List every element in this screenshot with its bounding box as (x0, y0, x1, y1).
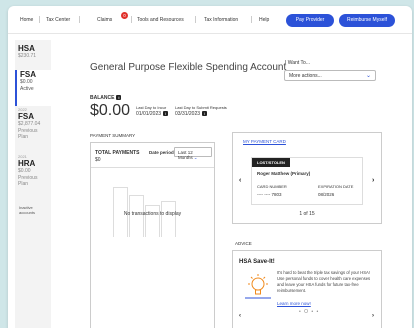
page-title: General Purpose Flexible Spending Accoun… (90, 62, 287, 73)
payment-card: LOST/STOLEN Roger Matthew (Primary) CARD… (251, 157, 363, 205)
account-title: HSA (18, 44, 35, 53)
info-icon[interactable]: i (116, 95, 122, 101)
i-want-to-label: I Want To... (285, 60, 311, 66)
info-icon[interactable]: i (202, 111, 208, 117)
chevron-left-icon[interactable]: ‹ (239, 313, 241, 319)
learn-more-link[interactable]: Learn more now! (277, 301, 311, 306)
sidebar-account-hsa[interactable]: HSA $230.71 (15, 44, 51, 60)
expiration-date: 08/2026 (318, 192, 335, 197)
nav-divider (195, 16, 196, 23)
account-title: FSA (18, 112, 34, 121)
total-payments-label: TOTAL PAYMENTS (95, 150, 140, 156)
nav-tax-center[interactable]: Tax Center (46, 17, 70, 23)
last-day-submit-label: Last Day to Submit Requests (175, 105, 227, 110)
lightbulb-icon (245, 274, 271, 299)
payment-card-panel: MY PAYMENT CARD LOST/STOLEN Roger Matthe… (232, 132, 382, 224)
placeholder-bar (145, 205, 160, 237)
payment-summary-panel: TOTAL PAYMENTS $0 Date period: Last 12 M… (90, 142, 215, 328)
last-day-incur-value: 01/01/2023 i (136, 111, 169, 117)
nav-home[interactable]: Home (20, 17, 33, 23)
nav-divider (131, 16, 132, 23)
claims-badge: 0 (121, 12, 128, 19)
advice-heading: HSA Save-It! (239, 259, 275, 265)
sidebar-account-fsa-active[interactable]: FSA $0.00 Active (15, 70, 51, 106)
account-title: FSA (20, 70, 36, 79)
app-window: Home Tax Center Claims 0 Tools and Resou… (8, 6, 412, 328)
advice-text: It's hard to beat the triple tax savings… (277, 270, 371, 293)
select-value: More actions... (289, 73, 322, 79)
chevron-left-icon[interactable]: ‹ (239, 177, 241, 184)
nav-help[interactable]: Help (259, 17, 269, 23)
nav-divider (251, 16, 252, 23)
nav-divider (79, 16, 80, 23)
chevron-down-icon: ⌄ (193, 155, 198, 160)
chevron-down-icon: ⌄ (365, 73, 371, 79)
account-balance: $230.71 (18, 53, 37, 59)
last-day-submit-date: 03/31/2023 (175, 111, 201, 117)
advice-panel: HSA Save-It! It's hard to beat the tripl… (232, 250, 382, 328)
account-status: Active (20, 85, 34, 92)
inactive-accounts-link[interactable]: Inactive accounts (19, 205, 35, 215)
advice-title: ADVICE (235, 241, 252, 246)
last-day-incur-label: Last Day to Incur (136, 105, 167, 110)
account-title: HRA (18, 159, 36, 168)
more-actions-select[interactable]: More actions... ⌄ (284, 70, 376, 81)
chevron-right-icon[interactable]: › (372, 177, 374, 184)
cardholder-name: Roger Matthew (Primary) (257, 171, 311, 176)
sidebar-account-fsa-2022[interactable]: 2022 FSA $2,877.04 Previous Plan (15, 107, 51, 141)
payment-summary-title: PAYMENT SUMMARY (90, 133, 136, 138)
total-payments-value: $0 (95, 157, 101, 163)
chevron-right-icon[interactable]: › (372, 313, 374, 319)
top-nav: Home Tax Center Claims 0 Tools and Resou… (8, 6, 412, 34)
my-payment-card-link[interactable]: MY PAYMENT CARD (243, 139, 286, 144)
card-number-label: CARD NUMBER (257, 184, 287, 189)
pay-provider-button[interactable]: Pay Provider (286, 14, 334, 27)
balance-amount: $0.00 (90, 102, 131, 119)
balance-label-text: BALANCE (90, 95, 115, 101)
account-status: Plan (18, 181, 29, 187)
nav-tools-resources[interactable]: Tools and Resources (137, 17, 184, 23)
card-pager: 1 of 15 (299, 211, 315, 217)
balance-label: BALANCE i (90, 95, 122, 101)
last-day-submit-value: 03/31/2023 i (175, 111, 208, 117)
carousel-dots[interactable]: • O • • (299, 309, 319, 315)
date-period-value: Last 12 Months (178, 150, 193, 160)
placeholder-bar (161, 201, 176, 237)
date-period-select[interactable]: Last 12 Months⌄ (174, 147, 212, 160)
account-status: Plan (18, 134, 29, 140)
no-transactions-text: No transactions to display (123, 211, 182, 217)
expiration-label: EXPIRATION DATE (318, 184, 354, 189)
account-sidebar: HSA $230.71 FSA $0.00 Active 2022 FSA $2… (15, 40, 51, 328)
date-period-label: Date period: (149, 150, 176, 155)
nav-divider (39, 16, 40, 23)
reimburse-myself-button[interactable]: Reimburse Myself (339, 14, 395, 27)
last-day-incur-date: 01/01/2023 (136, 111, 162, 117)
lost-stolen-badge: LOST/STOLEN (252, 158, 290, 167)
nav-tax-information[interactable]: Tax Information (204, 17, 238, 23)
inactive-label-line: accounts (19, 210, 36, 215)
card-number: ---- ---- 7803 (257, 192, 282, 197)
sidebar-account-hra-2021[interactable]: 2021 HRA $0.00 Previous Plan (15, 154, 51, 188)
nav-claims[interactable]: Claims (97, 17, 112, 23)
divider (91, 167, 214, 168)
info-icon[interactable]: i (163, 111, 169, 117)
